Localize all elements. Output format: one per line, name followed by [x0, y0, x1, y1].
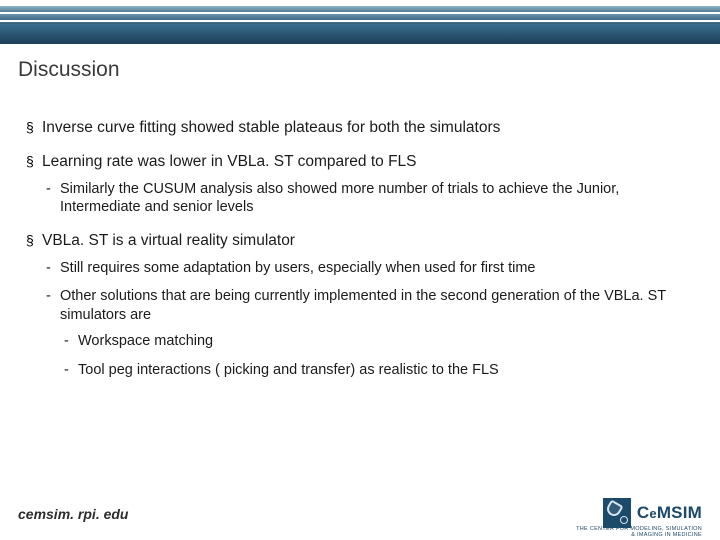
sub2-bullet-item: Tool peg interactions ( picking and tran… [60, 361, 694, 380]
slide-content: Inverse curve fitting showed stable plat… [0, 82, 720, 379]
slide: Discussion Inverse curve fitting showed … [0, 0, 720, 540]
footer-url: cemsim. rpi. edu [18, 506, 128, 522]
sub-bullet-item: Other solutions that are being currently… [42, 287, 694, 379]
cemsim-logo: CeMSIM [603, 498, 702, 528]
slide-title: Discussion [0, 44, 720, 82]
logo-text: CeMSIM [637, 503, 702, 523]
bullet-item: Inverse curve fitting showed stable plat… [26, 118, 694, 138]
bullet-item: Learning rate was lower in VBLa. ST comp… [26, 152, 694, 217]
sub-bullet-item: Still requires some adaptation by users,… [42, 259, 694, 278]
header-bar [0, 0, 720, 44]
sub2-bullet-item: Workspace matching [60, 332, 694, 351]
bullet-item: VBLa. ST is a virtual reality simulatorS… [26, 231, 694, 380]
sub-bullet-item: Similarly the CUSUM analysis also showed… [42, 180, 694, 217]
logo-mark-icon [603, 498, 631, 528]
logo-tagline: THE CENTER FOR MODELING, SIMULATION & IM… [576, 526, 702, 538]
